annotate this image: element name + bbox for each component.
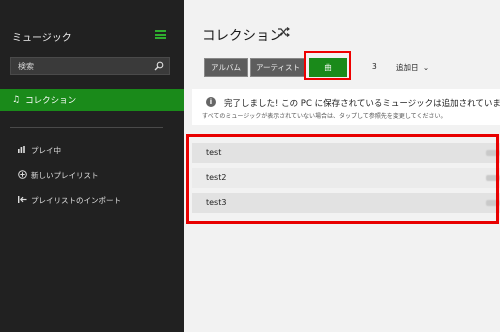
- sidebar-item-import-playlist[interactable]: プレイリストのインポート: [0, 193, 184, 207]
- notice-subtitle: すべてのミュージックが表示されていない場合は、タップして参照先を変更してください…: [202, 113, 447, 120]
- hamburger-menu-icon[interactable]: [155, 30, 166, 39]
- tab-artist[interactable]: アーティスト: [250, 58, 306, 77]
- sidebar-item-label: プレイリストのインポート: [31, 195, 121, 205]
- now-playing-icon: [17, 145, 27, 155]
- search-box: [10, 57, 170, 75]
- divider: [10, 127, 163, 128]
- sidebar-item-label: プレイ中: [31, 145, 61, 155]
- search-input[interactable]: [11, 58, 158, 74]
- sidebar-item-label: コレクション: [25, 96, 77, 106]
- sort-label: 追加日: [396, 63, 419, 72]
- chevron-down-icon: ⌄: [422, 63, 430, 72]
- sidebar-item-label: 新しいプレイリスト: [31, 170, 99, 180]
- page-title: コレクション: [202, 28, 283, 44]
- app-title: ミュージック: [12, 33, 72, 44]
- song-count: 3: [372, 62, 377, 71]
- main-content: コレクション アルバム アーティスト 曲 3 追加日 ⌄ i 完了しました! こ…: [184, 0, 500, 332]
- add-icon: [17, 169, 27, 181]
- sidebar-item-now-playing[interactable]: プレイ中: [0, 143, 184, 157]
- tab-album[interactable]: アルバム: [204, 58, 248, 77]
- sort-dropdown[interactable]: 追加日 ⌄: [396, 62, 429, 73]
- notice-banner[interactable]: i 完了しました! この PC に保存されているミュージックは追加されています。…: [192, 89, 500, 125]
- info-icon: i: [206, 97, 216, 107]
- tab-song[interactable]: 曲: [309, 58, 347, 77]
- notice-title: 完了しました! この PC に保存されているミュージックは追加されています。: [224, 99, 500, 109]
- shuffle-icon[interactable]: [278, 27, 290, 37]
- sidebar: ミュージック ♫ コレクション プレイ中 新しいプレイリスト プレイリストのイン…: [0, 0, 184, 332]
- search-icon[interactable]: [154, 61, 164, 71]
- sidebar-item-collection[interactable]: ♫ コレクション: [0, 89, 184, 111]
- sidebar-item-new-playlist[interactable]: 新しいプレイリスト: [0, 168, 184, 182]
- music-note-icon: ♫: [12, 95, 21, 105]
- import-icon: [17, 195, 27, 205]
- highlight-box: [186, 134, 499, 224]
